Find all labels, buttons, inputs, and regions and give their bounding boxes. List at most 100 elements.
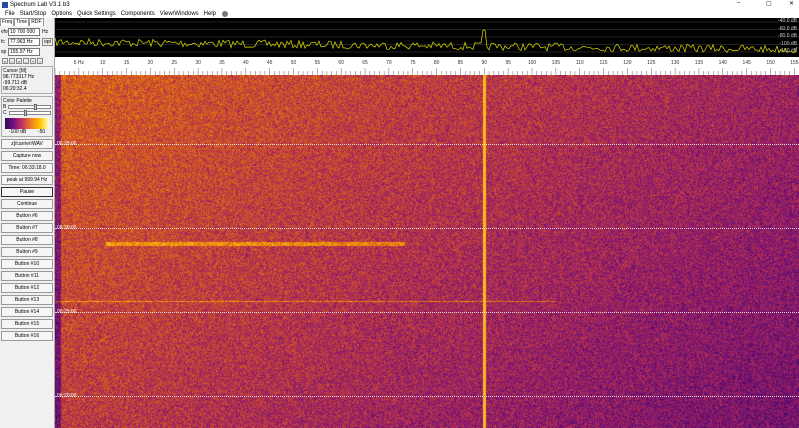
- ruler-label: 75: [410, 60, 416, 66]
- ruler-label: 50: [291, 60, 297, 66]
- minimize-button[interactable]: –: [737, 0, 740, 6]
- db-label: -80.0 dB: [778, 33, 797, 39]
- time-gridline: [55, 312, 799, 313]
- ruler-label: 40: [243, 60, 249, 66]
- menu-start-stop[interactable]: Start/Stop: [20, 11, 47, 17]
- ruler-label: 145: [742, 60, 751, 66]
- macro-button-15[interactable]: Button #15: [1, 319, 53, 329]
- menu-quick-settings[interactable]: Quick Settings: [77, 11, 116, 17]
- status-indicator-icon[interactable]: [222, 10, 229, 17]
- time-gridline: [55, 228, 799, 229]
- menu-view-windows[interactable]: View/Windows: [160, 11, 199, 17]
- vfo-label: vfo: [1, 28, 8, 35]
- fc-input[interactable]: 77.963 Hz: [8, 37, 40, 46]
- macro-button-1[interactable]: Capture now: [1, 151, 53, 161]
- title-bar: Spectrum Lab V3.1 b3 – ▢ ✕: [0, 0, 799, 9]
- macro-button-14[interactable]: Button #14: [1, 307, 53, 317]
- ruler-label: 110: [576, 60, 584, 66]
- macro-button-12[interactable]: Button #12: [1, 283, 53, 293]
- ruler-label: 65: [362, 60, 368, 66]
- ruler-label: 15: [124, 60, 130, 66]
- ruler-label: 100: [528, 60, 537, 66]
- sp-input[interactable]: 155.97 Hz: [8, 47, 40, 56]
- control-panel: Freq Time RDF vfo 10 700 000 Hz fc 77.963 H…: [0, 18, 55, 428]
- scroll-fast-left-button[interactable]: «: [2, 58, 8, 64]
- frequency-ruler[interactable]: 5 Hz 10 15 20 25 30 35 40 45 50 55 60 65 70 75 80 85 90 95…: [54, 57, 799, 75]
- tab-time[interactable]: Time: [14, 18, 30, 26]
- macro-button-2[interactable]: Time: 06:33:18.0: [1, 163, 53, 173]
- cursor-info: Cursor [M] 98.773317 Hz -99.711 dB 06:20…: [1, 66, 53, 94]
- macro-button-7[interactable]: Button #7: [1, 223, 53, 233]
- menu-file[interactable]: File: [5, 11, 15, 17]
- window-title: Spectrum Lab V3.1 b3: [10, 1, 70, 8]
- waterfall-display[interactable]: [55, 75, 799, 428]
- scroll-fast-right-button[interactable]: »: [16, 58, 22, 64]
- tab-rdf[interactable]: RDF: [29, 18, 44, 26]
- ruler-label: 55: [315, 60, 321, 66]
- macro-button-10[interactable]: Button #10: [1, 259, 53, 269]
- ruler-label: 30: [195, 60, 201, 66]
- ruler-label: 150: [766, 60, 775, 66]
- ruler-label: 90: [482, 60, 488, 66]
- macro-button-8[interactable]: Button #8: [1, 235, 53, 245]
- macro-button-0[interactable]: z[/carrier\WAV: [1, 139, 53, 149]
- time-gridline: [55, 396, 799, 397]
- ruler-label: 105: [552, 60, 561, 66]
- macro-button-4[interactable]: Pause: [1, 187, 53, 197]
- spectrum-trace: [54, 21, 799, 54]
- app-icon: [2, 1, 8, 8]
- macro-button-5[interactable]: Continue: [1, 199, 53, 209]
- palette-min: -100 dB: [8, 129, 27, 135]
- zoom-in-button[interactable]: +: [30, 58, 36, 64]
- ruler-label: 80: [434, 60, 440, 66]
- time-label: 06:20:00: [57, 393, 77, 399]
- ruler-label: 35: [219, 60, 225, 66]
- ruler-label: 130: [671, 60, 680, 66]
- tab-freq[interactable]: Freq: [0, 18, 15, 26]
- close-button[interactable]: ✕: [789, 0, 794, 7]
- contrast-label: C: [3, 110, 7, 116]
- scroll-right-button[interactable]: ›: [37, 58, 43, 64]
- maximize-button[interactable]: ▢: [766, 0, 772, 7]
- ruler-label: 60: [338, 60, 344, 66]
- scroll-left-button[interactable]: ‹: [9, 58, 15, 64]
- ruler-label: 70: [386, 60, 392, 66]
- ruler-label: 155: [790, 60, 799, 66]
- time-label: 06:25:00: [57, 309, 77, 315]
- ruler-label: 25: [171, 60, 177, 66]
- macro-button-16[interactable]: Button #16: [1, 331, 53, 341]
- menu-components[interactable]: Components: [121, 11, 155, 17]
- spectrum-line: [54, 29, 798, 54]
- time-label: 06:35:00: [57, 141, 77, 147]
- ruler-label: 20: [148, 60, 154, 66]
- ruler-label: 135: [695, 60, 704, 66]
- ruler-label: 10: [100, 60, 106, 66]
- ruler-label: 95: [505, 60, 511, 66]
- vfo-input[interactable]: 10 700 000: [8, 27, 40, 36]
- macro-button-3[interactable]: peak at 999.94 Hz: [1, 175, 53, 185]
- macro-button-6[interactable]: Button #6: [1, 211, 53, 221]
- macro-button-13[interactable]: Button #13: [1, 295, 53, 305]
- menu-help[interactable]: Help: [204, 11, 216, 17]
- time-gridline: [55, 144, 799, 145]
- palette-max: -50: [37, 129, 46, 135]
- cursor-time: 06:20:32.4: [3, 86, 27, 92]
- db-label: -40.0 dB: [778, 18, 797, 24]
- macro-button-9[interactable]: Button #9: [1, 247, 53, 257]
- ruler-label: 115: [600, 60, 608, 66]
- menu-bar: File Start/Stop Options Quick Settings C…: [0, 9, 799, 18]
- spectrum-plot[interactable]: -40.0 dB -60.0 dB -80.0 dB -100 dB -120 dB: [54, 18, 799, 57]
- color-palette-group: Color Palette B C -100 dB -50: [1, 96, 53, 137]
- brightness-slider[interactable]: [8, 104, 51, 110]
- menu-options[interactable]: Options: [51, 11, 72, 17]
- db-label: -100 dB: [779, 40, 797, 47]
- color-palette-bar: [5, 118, 49, 129]
- ruler-label: 45: [267, 60, 273, 66]
- macro-button-11[interactable]: Button #11: [1, 271, 53, 281]
- fc-label: fc: [1, 38, 5, 45]
- time-label: 06:30:00: [57, 225, 77, 231]
- zoom-out-button[interactable]: –: [23, 58, 29, 64]
- db-label: -120 dB: [779, 48, 797, 54]
- opt-button[interactable]: opt: [42, 37, 53, 46]
- contrast-slider[interactable]: [8, 110, 51, 116]
